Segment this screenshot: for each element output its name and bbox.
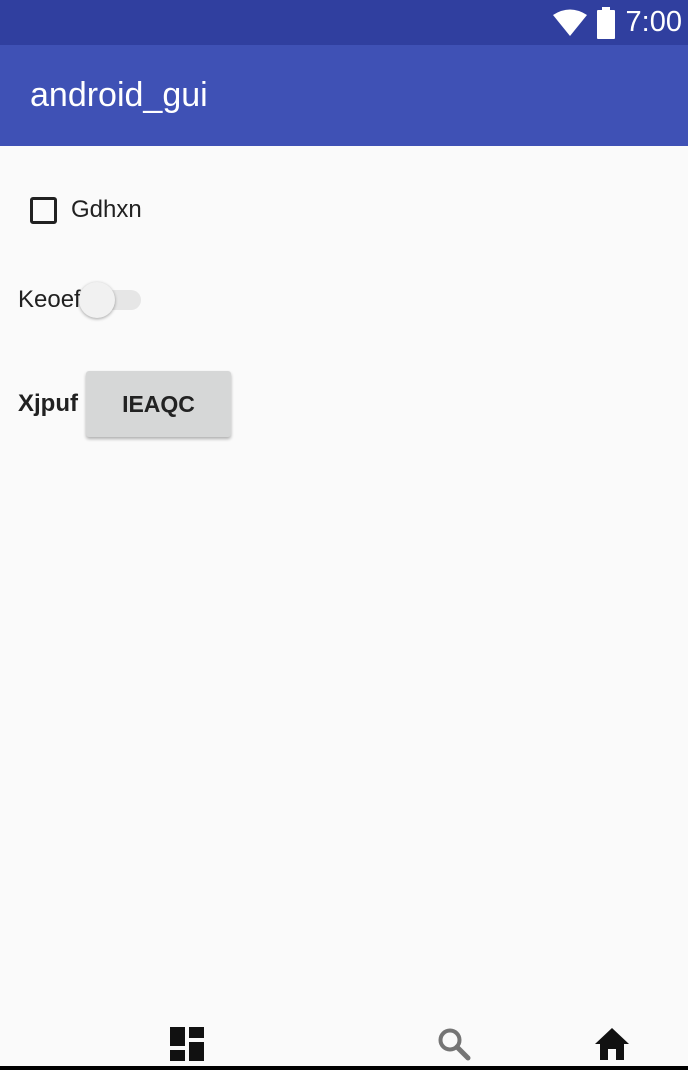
checkbox-label: Gdhxn bbox=[71, 196, 142, 223]
status-icons: 7:00 bbox=[552, 0, 682, 45]
status-time: 7:00 bbox=[625, 6, 682, 38]
bottom-edge bbox=[0, 1066, 688, 1070]
ieaqc-button[interactable]: IEAQC bbox=[86, 371, 231, 437]
wifi-icon bbox=[552, 9, 587, 36]
status-bar: 7:00 bbox=[0, 0, 688, 45]
button-row-xjpuf: Xjpuf IEAQC bbox=[18, 371, 231, 437]
bottom-nav bbox=[0, 1020, 688, 1066]
nav-item-home[interactable] bbox=[592, 1026, 632, 1062]
nav-item-dashboard[interactable] bbox=[167, 1026, 207, 1062]
app-bar: android_gui bbox=[0, 45, 688, 146]
search-icon bbox=[438, 1028, 471, 1061]
switch-row-keoef: Keoef bbox=[18, 280, 145, 320]
checkbox-box[interactable] bbox=[30, 196, 57, 224]
switch-thumb[interactable] bbox=[78, 282, 115, 318]
battery-icon bbox=[596, 6, 615, 39]
nav-item-search[interactable] bbox=[434, 1026, 474, 1062]
switch-label: Keoef bbox=[18, 286, 81, 313]
checkbox-gdhxn[interactable]: Gdhxn bbox=[30, 191, 142, 229]
home-icon bbox=[595, 1028, 629, 1060]
dashboard-icon bbox=[170, 1027, 204, 1061]
button-row-label: Xjpuf bbox=[18, 390, 78, 417]
toggle-switch[interactable] bbox=[78, 280, 145, 320]
app-title: android_gui bbox=[30, 76, 208, 114]
